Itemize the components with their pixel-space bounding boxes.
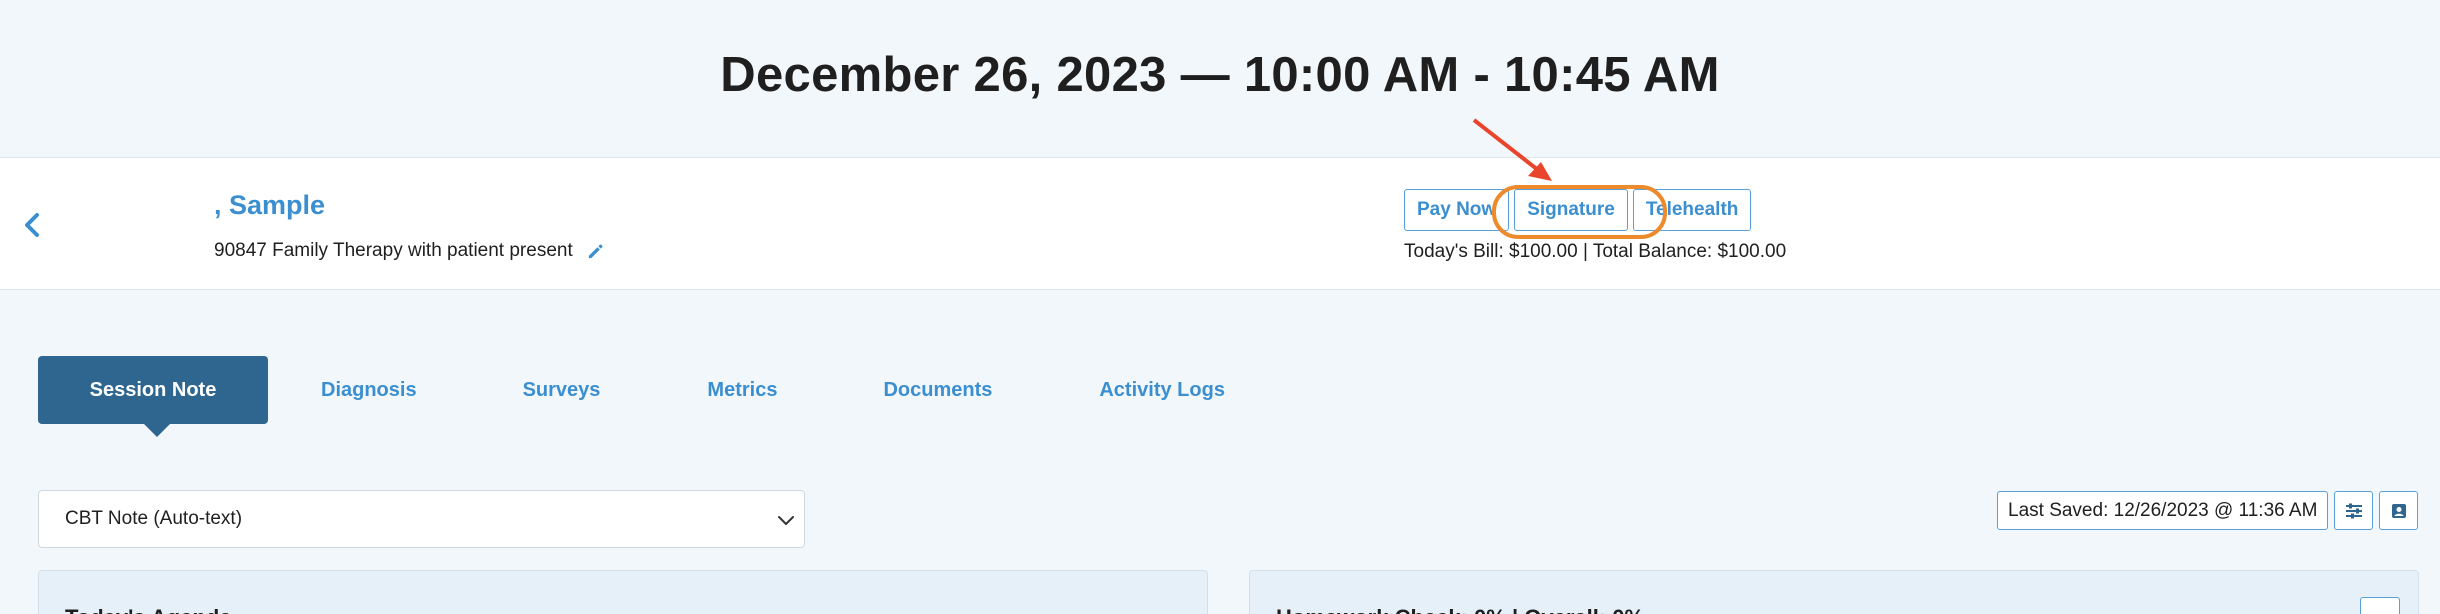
tab-bar: Session Note Diagnosis Surveys Metrics D… (38, 356, 1225, 437)
bill-summary: Today's Bill: $100.00 | Total Balance: $… (1404, 241, 1787, 262)
service-line: 90847 Family Therapy with patient presen… (214, 240, 605, 262)
sliders-icon (2345, 503, 2362, 518)
tab-metrics[interactable]: Metrics (707, 356, 777, 424)
tab-session-note[interactable]: Session Note (38, 356, 268, 437)
agenda-panel: Today's Agenda (38, 570, 1208, 614)
tab-diagnosis[interactable]: Diagnosis (321, 356, 417, 424)
tab-surveys[interactable]: Surveys (523, 356, 601, 424)
agenda-panel-title: Today's Agenda (65, 605, 232, 614)
signature-button[interactable]: Signature (1514, 189, 1628, 231)
action-buttons: Pay Now Signature Telehealth (1404, 189, 1752, 231)
telehealth-button[interactable]: Telehealth (1632, 189, 1752, 231)
homework-panel: Homework Check: 0% | Overall: 0% (1249, 570, 2419, 614)
patient-bar: , Sample 90847 Family Therapy with patie… (0, 157, 2440, 290)
pencil-icon[interactable] (586, 242, 605, 261)
tab-activity-logs[interactable]: Activity Logs (1099, 356, 1225, 424)
chevron-left-icon (25, 213, 39, 237)
last-saved-indicator: Last Saved: 12/26/2023 @ 11:36 AM (1997, 491, 2329, 530)
chevron-down-icon (778, 516, 794, 525)
note-template-select[interactable]: CBT Note (Auto-text) (38, 490, 805, 548)
session-header: December 26, 2023 — 10:00 AM - 10:45 AM (0, 0, 2440, 157)
service-code-label: 90847 Family Therapy with patient presen… (214, 240, 573, 261)
note-settings-button[interactable] (2334, 491, 2373, 530)
session-datetime: December 26, 2023 — 10:00 AM - 10:45 AM (720, 47, 1720, 102)
contact-card-button[interactable] (2379, 491, 2418, 530)
back-button[interactable] (18, 208, 48, 242)
patient-name[interactable]: , Sample (214, 190, 325, 221)
tab-documents[interactable]: Documents (883, 356, 992, 424)
homework-panel-title: Homework Check: 0% | Overall: 0% (1276, 605, 1644, 614)
add-homework-button[interactable] (2360, 597, 2400, 614)
pay-now-button[interactable]: Pay Now (1404, 189, 1510, 231)
note-template-value: CBT Note (Auto-text) (65, 508, 243, 529)
contact-card-icon (2391, 503, 2406, 518)
